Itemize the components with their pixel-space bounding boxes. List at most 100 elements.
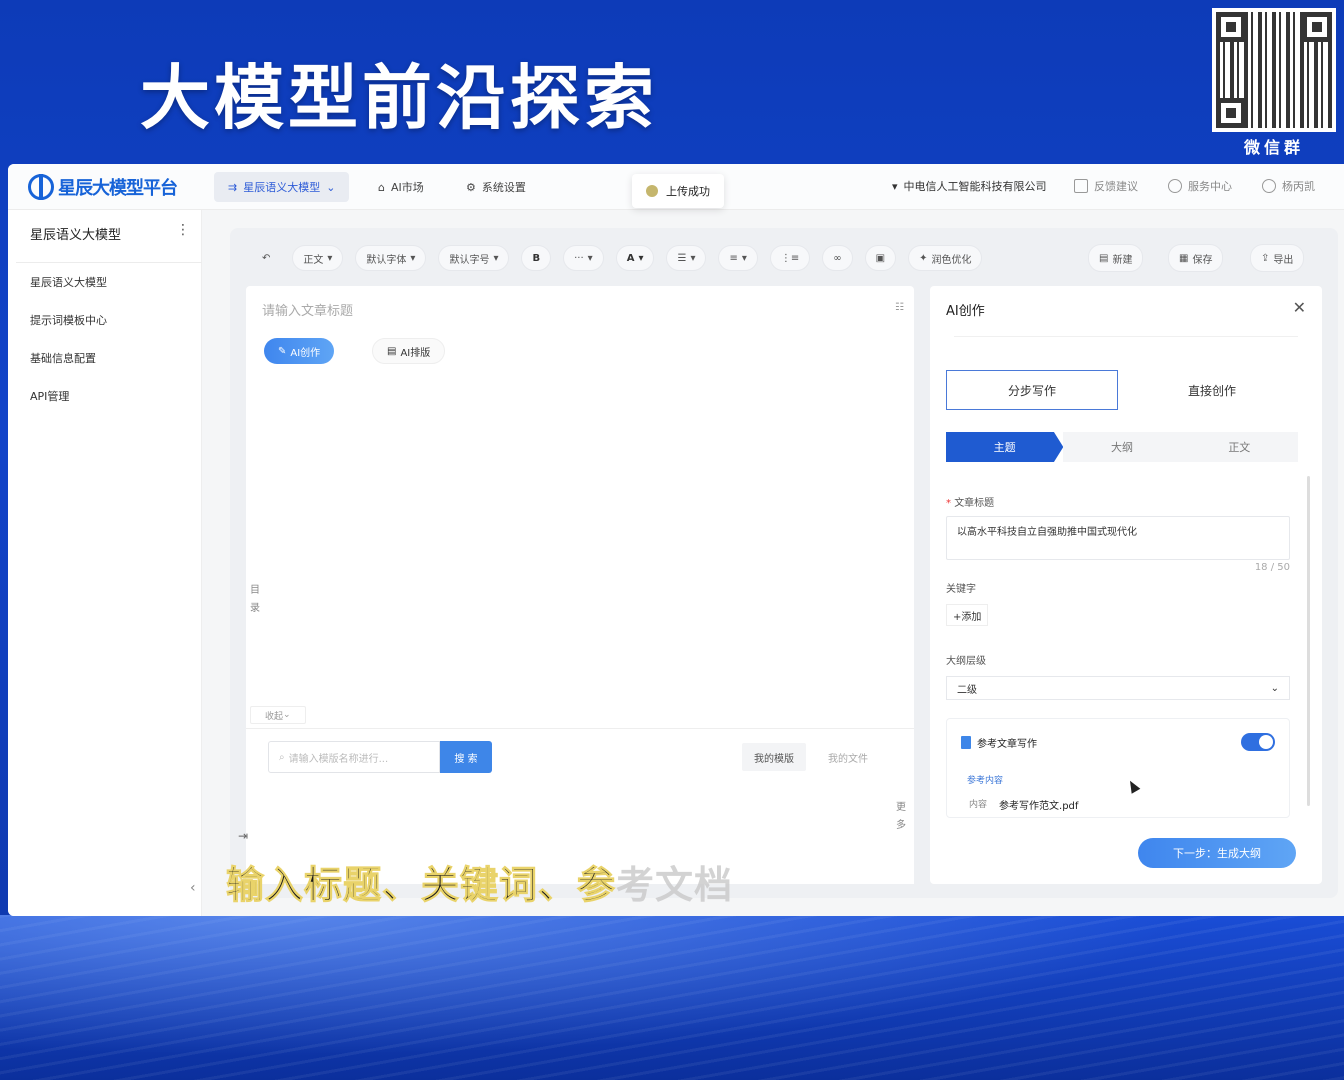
nav-semantic-model[interactable]: ⇉ 星辰语义大模型 ⌄ — [214, 172, 350, 202]
collapse-label: 收起 — [265, 711, 284, 722]
collapse-button[interactable]: 收起 ⌄ — [250, 706, 306, 724]
reference-file[interactable]: 内容 参考写作范文.pdf — [969, 797, 1078, 812]
step-outline[interactable]: 大纲 — [1063, 432, 1181, 462]
indent-button[interactable]: ☰ ▾ — [666, 245, 707, 271]
chevron-down-icon: ⌄ — [1270, 682, 1279, 694]
ai-layout-label: AI排版 — [400, 347, 431, 359]
pen-icon: ✎ — [278, 345, 287, 357]
save-button[interactable]: ▦ 保存 — [1168, 244, 1224, 272]
chevron-down-icon: ⌄ — [326, 180, 336, 194]
article-title-field[interactable]: 以高水平科技自立自强助推中国式现代化 — [946, 516, 1290, 560]
required-mark: * — [946, 498, 955, 509]
avatar-icon — [1262, 179, 1276, 193]
link-button[interactable]: ∞ — [822, 245, 853, 271]
ai-create-button[interactable]: ✎ AI创作 — [264, 338, 335, 364]
doc-title-input[interactable]: 请输入文章标题 — [262, 300, 353, 319]
sidebar-item-prompt-templates[interactable]: 提示词模板中心 — [30, 312, 107, 328]
document-icon — [961, 736, 971, 749]
polish-label: 润色优化 — [931, 254, 972, 266]
tab-my-templates[interactable]: 我的模版 — [742, 743, 806, 771]
collapse-sidebar-icon[interactable]: ‹ — [190, 880, 196, 896]
divider — [954, 336, 1298, 337]
outline-level-label: 大纲层级 — [946, 656, 986, 667]
template-search-input[interactable]: ⌕ 请输入模版名称进行... — [268, 741, 440, 773]
add-keyword-button[interactable]: +添加 — [946, 604, 989, 626]
align-button[interactable]: ≡ ▾ — [718, 245, 758, 271]
nav-settings[interactable]: ⚙ 系统设置 — [452, 172, 540, 202]
caret-down-icon: ▾ — [327, 252, 333, 264]
more-label: ··· — [574, 252, 584, 264]
feedback-link[interactable]: 反馈建议 — [1074, 178, 1138, 194]
save-label: 保存 — [1192, 254, 1213, 266]
org-selector[interactable]: ▾ 中电信人工智能科技有限公司 — [892, 178, 1047, 194]
font-color-button[interactable]: A ▾ — [615, 245, 655, 271]
caret-down-icon: ▾ — [741, 252, 747, 264]
step-body[interactable]: 正文 — [1180, 432, 1298, 462]
reference-title: 参考文章写作 — [977, 739, 1037, 750]
indent-icon: ☰ — [677, 252, 687, 264]
next-step-button[interactable]: 下一步：生成大纲 — [1138, 838, 1296, 868]
sidebar: 星辰语义大模型 ⋮ 星辰语义大模型 提示词模板中心 基础信息配置 API管理 ‹ — [8, 210, 202, 916]
nav-ai-market[interactable]: ⌂ AI市场 — [364, 172, 438, 202]
polish-button[interactable]: ✦ 润色优化 — [908, 245, 983, 271]
mode-step-writing[interactable]: 分步写作 — [946, 370, 1118, 410]
char-count: 18 / 50 — [1254, 562, 1290, 573]
step-progress: 主题 大纲 正文 — [946, 432, 1298, 462]
chevron-down-icon: ⌄ — [283, 710, 291, 720]
top-bar: 星辰大模型平台 ⇉ 星辰语义大模型 ⌄ ⌂ AI市场 ⚙ 系统设置 上传成功 ▾… — [8, 164, 1344, 210]
step-topic[interactable]: 主题 — [946, 432, 1064, 462]
more-vertical-icon[interactable]: ⋮ — [176, 222, 190, 238]
doc-options-icon[interactable]: ☷ — [895, 302, 904, 313]
outline-level-select[interactable]: 二级 ⌄ — [946, 676, 1290, 700]
mode-direct-create[interactable]: 直接创作 — [1126, 370, 1298, 410]
bold-button[interactable]: B — [521, 245, 552, 271]
sidebar-item-api[interactable]: API管理 — [30, 388, 69, 404]
logo-text: 星辰大模型平台 — [58, 178, 178, 199]
caret-down-icon: ▾ — [690, 252, 696, 264]
undo-icon[interactable]: ↶ — [252, 245, 280, 271]
caret-down-icon: ▾ — [892, 179, 898, 193]
close-icon[interactable]: ✕ — [1293, 298, 1306, 317]
document-area[interactable]: 请输入文章标题 ☷ ✎ AI创作 ▤ AI排版 目录 收起 ⌄ ⌕ 请输入模版名称进行… — [238, 286, 914, 884]
export-button[interactable]: ⇪ 导出 — [1250, 244, 1305, 272]
font-select[interactable]: 默认字体 ▾ — [355, 245, 427, 271]
service-link[interactable]: 服务中心 — [1168, 178, 1232, 194]
caret-down-icon: ▾ — [638, 252, 644, 264]
qr-caption: 微信群 — [1243, 138, 1304, 157]
user-menu[interactable]: 杨丙凯 — [1262, 178, 1315, 194]
keyword-label: 关键字 — [946, 584, 976, 595]
ai-create-panel: AI创作 ✕ 分步写作 直接创作 主题 大纲 正文 * 文章标题 以高水平科技自… — [930, 286, 1322, 884]
home-icon: ⌂ — [378, 180, 385, 194]
feedback-icon — [1074, 179, 1088, 193]
toc-toggle[interactable]: 目录 — [250, 582, 262, 618]
nav-label: 系统设置 — [481, 181, 526, 194]
scrollbar[interactable] — [1307, 476, 1310, 806]
new-doc-icon: ▤ — [1099, 252, 1109, 264]
paragraph-select[interactable]: 正文 ▾ — [292, 245, 344, 271]
reference-toggle[interactable] — [1241, 733, 1275, 751]
sidebar-item-semantic-model[interactable]: 星辰语义大模型 — [30, 274, 107, 290]
more-format-button[interactable]: ··· ▾ — [563, 245, 604, 271]
app-window: 星辰大模型平台 ⇉ 星辰语义大模型 ⌄ ⌂ AI市场 ⚙ 系统设置 上传成功 ▾… — [8, 164, 1344, 916]
size-select[interactable]: 默认字号 ▾ — [438, 245, 510, 271]
search-placeholder: 请输入模版名称进行... — [288, 753, 389, 765]
more-link[interactable]: 更多 — [896, 799, 908, 835]
sidebar-item-basic-config[interactable]: 基础信息配置 — [30, 350, 96, 366]
reference-section: 参考文章写作 参考内容 内容 参考写作范文.pdf — [946, 718, 1290, 818]
logo-icon — [28, 174, 54, 200]
logo[interactable]: 星辰大模型平台 — [28, 174, 178, 200]
new-button[interactable]: ▤ 新建 — [1088, 244, 1144, 272]
panel-title: AI创作 — [946, 304, 985, 319]
search-button[interactable]: 搜 索 — [440, 741, 492, 773]
background-decoration — [0, 915, 1344, 1080]
title-label-text: 文章标题 — [954, 498, 995, 509]
tab-my-files[interactable]: 我的文件 — [828, 743, 868, 771]
link-icon: ∞ — [833, 252, 842, 264]
expand-icon[interactable]: ⇥ — [238, 829, 248, 843]
list-button[interactable]: ⋮≡ — [769, 245, 811, 271]
caption-dim: 考文档 — [616, 863, 734, 907]
caret-down-icon: ▾ — [587, 252, 593, 264]
save-icon: ▦ — [1179, 252, 1189, 264]
ai-layout-button[interactable]: ▤ AI排版 — [372, 338, 446, 364]
image-button[interactable]: ▣ — [864, 245, 897, 271]
